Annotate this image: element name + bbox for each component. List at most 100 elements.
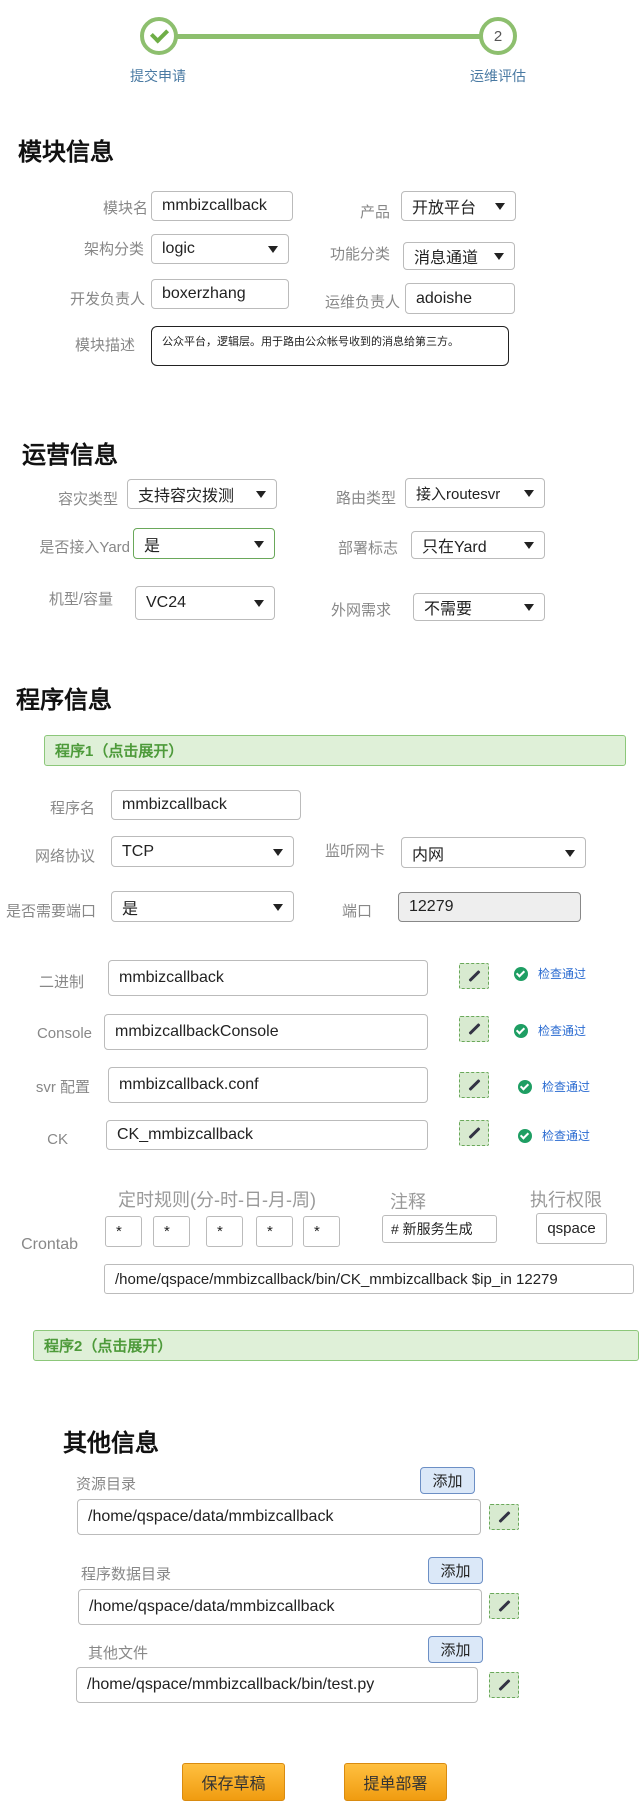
cron-minute-input[interactable]: * bbox=[105, 1216, 142, 1247]
step-1-label: 提交申请 bbox=[130, 68, 186, 84]
dev-owner-input[interactable]: boxerzhang bbox=[151, 279, 289, 309]
submit-deploy-button[interactable]: 提单部署 bbox=[344, 1763, 447, 1801]
cron-day-input[interactable]: * bbox=[206, 1216, 243, 1247]
binary-label: 二进制 bbox=[38, 974, 84, 991]
check-circle-icon bbox=[518, 1128, 532, 1143]
extnet-select[interactable]: 不需要 bbox=[413, 593, 545, 621]
cron-month-input[interactable]: * bbox=[256, 1216, 293, 1247]
deploy-flag-select[interactable]: 只在Yard bbox=[411, 531, 545, 559]
console-check-text[interactable]: 检查通过 bbox=[538, 1022, 586, 1039]
save-draft-button[interactable]: 保存草稿 bbox=[182, 1763, 285, 1801]
svr-conf-edit-button[interactable] bbox=[459, 1072, 489, 1098]
cron-perm-input[interactable]: qspace bbox=[536, 1213, 607, 1244]
pencil-icon bbox=[467, 1126, 481, 1140]
data-dir-add-button[interactable]: 添加 bbox=[428, 1557, 483, 1584]
ck-edit-button[interactable] bbox=[459, 1120, 489, 1146]
binary-edit-button[interactable] bbox=[459, 963, 489, 989]
svr-conf-input[interactable]: mmbizcallback.conf bbox=[108, 1067, 428, 1103]
nic-label: 监听网卡 bbox=[324, 843, 385, 860]
arch-select[interactable]: logic bbox=[151, 234, 289, 264]
need-port-select-value: 是 bbox=[122, 900, 139, 918]
svr-conf-label: svr 配置 bbox=[35, 1079, 90, 1096]
console-input[interactable]: mmbizcallbackConsole bbox=[104, 1014, 428, 1050]
cron-command-input[interactable]: /home/qspace/mmbizcallback/bin/CK_mmbizc… bbox=[104, 1264, 634, 1294]
module-desc-textarea[interactable]: 公众平台，逻辑层。用于路由公众帐号收到的消息给第三方。 bbox=[151, 326, 509, 366]
module-section-title: 模块信息 bbox=[18, 139, 114, 166]
extnet-select-value: 不需要 bbox=[424, 601, 473, 618]
check-circle-icon bbox=[514, 966, 528, 981]
program-1-header[interactable]: 程序1（点击展开） bbox=[44, 735, 626, 766]
port-label: 端口 bbox=[341, 903, 372, 920]
program-section-title: 程序信息 bbox=[16, 687, 112, 714]
svr-conf-check-text[interactable]: 检查通过 bbox=[542, 1078, 590, 1095]
nic-select[interactable]: 内网 bbox=[401, 837, 586, 868]
pencil-icon bbox=[497, 1599, 511, 1613]
module-desc-label: 模块描述 bbox=[74, 337, 135, 354]
port-input[interactable]: 12279 bbox=[398, 892, 581, 922]
program-name-input[interactable]: mmbizcallback bbox=[111, 790, 301, 820]
cron-note-input[interactable]: # 新服务生成 bbox=[382, 1215, 497, 1243]
binary-check-status: 检查通过 bbox=[514, 965, 586, 982]
cron-week-input[interactable]: * bbox=[303, 1216, 340, 1247]
yard-select[interactable]: 是 bbox=[133, 528, 275, 559]
console-label: Console bbox=[36, 1025, 92, 1042]
module-name-input[interactable]: mmbizcallback bbox=[151, 191, 293, 221]
program-name-label: 程序名 bbox=[49, 800, 95, 817]
arch-label: 架构分类 bbox=[83, 241, 144, 258]
check-icon bbox=[149, 24, 169, 44]
data-dir-edit-button[interactable] bbox=[489, 1593, 519, 1619]
svr-conf-check-status: 检查通过 bbox=[518, 1078, 590, 1095]
other-files-add-button[interactable]: 添加 bbox=[428, 1636, 483, 1663]
route-type-select[interactable]: 接入routesvr bbox=[405, 478, 545, 508]
deploy-flag-label: 部署标志 bbox=[337, 540, 398, 557]
dr-type-select[interactable]: 支持容灾拨测 bbox=[127, 479, 277, 509]
cron-note-label: 注释 bbox=[390, 1192, 426, 1212]
program-2-header[interactable]: 程序2（点击展开） bbox=[33, 1330, 639, 1361]
need-port-select[interactable]: 是 bbox=[111, 891, 294, 922]
model-label: 机型/容量 bbox=[48, 591, 113, 608]
chevron-down-icon bbox=[524, 542, 534, 549]
crontab-label: Crontab bbox=[21, 1236, 78, 1253]
yard-label: 是否接入Yard bbox=[39, 539, 130, 556]
chevron-down-icon bbox=[268, 246, 278, 253]
check-circle-icon bbox=[514, 1023, 528, 1038]
yard-select-value: 是 bbox=[144, 537, 161, 555]
binary-check-text[interactable]: 检查通过 bbox=[538, 965, 586, 982]
other-section-title: 其他信息 bbox=[63, 1430, 159, 1457]
data-dir-input[interactable]: /home/qspace/data/mmbizcallback bbox=[78, 1589, 482, 1625]
func-select[interactable]: 消息通道 bbox=[403, 242, 515, 270]
console-edit-button[interactable] bbox=[459, 1016, 489, 1042]
binary-input[interactable]: mmbizcallback bbox=[108, 960, 428, 996]
pencil-icon bbox=[497, 1510, 511, 1524]
pencil-icon bbox=[467, 969, 481, 983]
resource-dir-label: 资源目录 bbox=[76, 1476, 137, 1493]
ck-check-text[interactable]: 检查通过 bbox=[542, 1127, 590, 1144]
other-files-label: 其他文件 bbox=[88, 1645, 149, 1662]
step-connector-line bbox=[160, 34, 480, 39]
model-select-value: VC24 bbox=[146, 594, 187, 611]
protocol-select[interactable]: TCP bbox=[111, 836, 294, 867]
chevron-down-icon bbox=[524, 604, 534, 611]
chevron-down-icon bbox=[495, 203, 505, 210]
func-select-value: 消息通道 bbox=[414, 250, 479, 267]
step-2-label: 运维评估 bbox=[470, 68, 526, 84]
extnet-label: 外网需求 bbox=[330, 602, 391, 619]
product-select-value: 开放平台 bbox=[412, 200, 477, 217]
chevron-down-icon bbox=[565, 849, 575, 857]
chevron-down-icon bbox=[524, 490, 534, 497]
step-2-circle: 2 bbox=[479, 17, 517, 55]
ck-input[interactable]: CK_mmbizcallback bbox=[106, 1120, 428, 1150]
resource-add-button[interactable]: 添加 bbox=[420, 1467, 475, 1494]
resource-edit-button[interactable] bbox=[489, 1504, 519, 1530]
step-1-circle bbox=[140, 17, 178, 55]
resource-dir-input[interactable]: /home/qspace/data/mmbizcallback bbox=[77, 1499, 481, 1535]
model-select[interactable]: VC24 bbox=[135, 586, 275, 620]
pencil-icon bbox=[467, 1022, 481, 1036]
cron-perm-label: 执行权限 bbox=[530, 1190, 602, 1210]
dev-owner-label: 开发负责人 bbox=[69, 291, 145, 308]
product-select[interactable]: 开放平台 bbox=[401, 191, 516, 221]
cron-hour-input[interactable]: * bbox=[153, 1216, 190, 1247]
ops-owner-input[interactable]: adoishe bbox=[405, 283, 515, 314]
other-files-edit-button[interactable] bbox=[489, 1672, 519, 1698]
other-files-input[interactable]: /home/qspace/mmbizcallback/bin/test.py bbox=[76, 1667, 478, 1703]
